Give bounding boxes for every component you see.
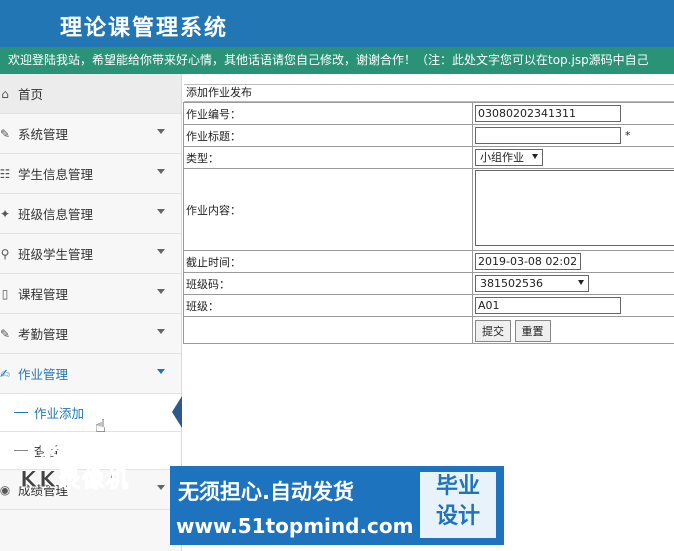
homework-form: 作业编号： 作业标题： * 类型： 小组作业 作业内容： 截止时间： 班级码： … [183, 102, 674, 344]
home-icon: ⌂ [1, 86, 9, 101]
form-row-deadline: 截止时间： [183, 250, 674, 273]
sidebar-item-label: 首页 [18, 87, 44, 102]
chevron-down-icon [157, 249, 165, 254]
form-row-number: 作业编号： [183, 102, 674, 125]
hand-cursor-icon: ☝ [95, 416, 106, 437]
ad-banner: 无须担心.自动发货 www.51topmind.com 毕业 设计 [170, 466, 504, 545]
sidebar-item-label: 班级信息管理 [18, 207, 94, 222]
sidebar-item-class-info[interactable]: ✦ 班级信息管理 [0, 194, 181, 234]
homework-type-select[interactable]: 小组作业 [475, 149, 543, 166]
chevron-down-icon [157, 329, 165, 334]
form-row-actions: 提交 重置 [183, 316, 674, 344]
sidebar-subitem-label: 作业添加 [34, 406, 85, 421]
sitemap-icon: ☷ [0, 166, 11, 181]
watermark-line1: 录制工具 [40, 440, 128, 462]
field-label: 班级码： [183, 272, 473, 295]
field-label: 班级： [183, 294, 473, 317]
ad-badge: 毕业 设计 [420, 472, 496, 538]
ad-url: www.51topmind.com [176, 514, 414, 538]
form-row-title: 作业标题： * [183, 124, 674, 147]
selected-marker-icon [172, 396, 182, 428]
sidebar-item-homework[interactable]: ✍ 作业管理 [0, 354, 181, 394]
form-row-type: 类型： 小组作业 [183, 146, 674, 169]
sidebar-item-label: 课程管理 [18, 287, 69, 302]
field-label: 截止时间： [183, 250, 473, 273]
field-label: 作业内容： [183, 168, 473, 251]
chevron-down-icon [157, 129, 165, 134]
ad-slogan: 无须担心.自动发货 [178, 480, 354, 504]
panel-title: 添加作业发布 [184, 84, 674, 102]
homework-number-input[interactable] [475, 105, 621, 122]
chevron-down-icon [157, 209, 165, 214]
dropdown-arrow-icon [578, 280, 584, 285]
chevron-down-icon [157, 369, 165, 374]
chevron-down-icon [157, 169, 165, 174]
select-value: 381502536 [480, 277, 543, 290]
chart-icon: ◉ [0, 482, 11, 497]
chevron-down-icon [157, 289, 165, 294]
field-label: 类型： [183, 146, 473, 169]
sidebar-subitem-homework-add[interactable]: 作业添加 [0, 394, 182, 432]
sidebar-item-class-students[interactable]: ⚲ 班级学生管理 [0, 234, 181, 274]
form-row-class-code: 班级码： 381502536 [183, 272, 674, 295]
sidebar-item-home[interactable]: ⌂ 首页 [0, 74, 181, 114]
watermark-line2: KK录像机 [20, 468, 131, 494]
sidebar-item-student-info[interactable]: ☷ 学生信息管理 [0, 154, 181, 194]
sidebar-item-label: 作业管理 [18, 367, 69, 382]
reset-button[interactable]: 重置 [514, 320, 551, 342]
homework-title-input[interactable] [475, 127, 621, 144]
class-code-select[interactable]: 381502536 [475, 275, 589, 292]
welcome-marquee: 欢迎登陆我站，希望能给你带来好心情，其他话语请您自己修改，谢谢合作！（注：此处文… [0, 47, 674, 74]
recorder-watermark: 录制工具 KK录像机 [20, 436, 170, 496]
sidebar-item-attendance[interactable]: ✎ 考勤管理 [0, 314, 181, 354]
search-icon: ⚲ [0, 246, 10, 261]
sidebar-item-system[interactable]: ✎ 系统管理 [0, 114, 181, 154]
cube-icon: ✦ [0, 206, 11, 221]
sidebar-item-label: 学生信息管理 [18, 167, 94, 182]
marquee-text: 欢迎登陆我站，希望能给你带来好心情，其他话语请您自己修改，谢谢合作！（注：此处文… [8, 53, 649, 67]
panel-title-text: 添加作业发布 [186, 86, 252, 99]
sidebar-item-label: 考勤管理 [18, 327, 69, 342]
edit-icon: ✍ [0, 366, 11, 381]
app-title: 理论课管理系统 [60, 15, 229, 41]
ad-badge-line2: 设计 [435, 504, 480, 529]
dash-icon [14, 412, 28, 413]
header-bar: 理论课管理系统 [0, 0, 674, 47]
sidebar-item-label: 班级学生管理 [18, 247, 94, 262]
field-label: 作业编号： [183, 102, 473, 125]
form-row-class-name: 班级： [183, 294, 674, 317]
pencil-icon: ✎ [0, 326, 11, 341]
required-mark: * [625, 129, 631, 142]
book-icon: ▯ [1, 286, 9, 301]
class-name-input[interactable] [475, 297, 621, 314]
submit-button[interactable]: 提交 [475, 320, 511, 342]
sidebar-item-courses[interactable]: ▯ 课程管理 [0, 274, 181, 314]
form-row-content: 作业内容： [183, 168, 674, 251]
sidebar-item-label: 系统管理 [18, 127, 69, 142]
dropdown-arrow-icon [532, 154, 538, 159]
wrench-icon: ✎ [0, 126, 11, 141]
ad-badge-line1: 毕业 [435, 474, 480, 499]
homework-content-textarea[interactable] [475, 170, 674, 246]
select-value: 小组作业 [480, 151, 524, 164]
field-label: 作业标题： [183, 124, 473, 147]
deadline-input[interactable] [475, 253, 581, 270]
